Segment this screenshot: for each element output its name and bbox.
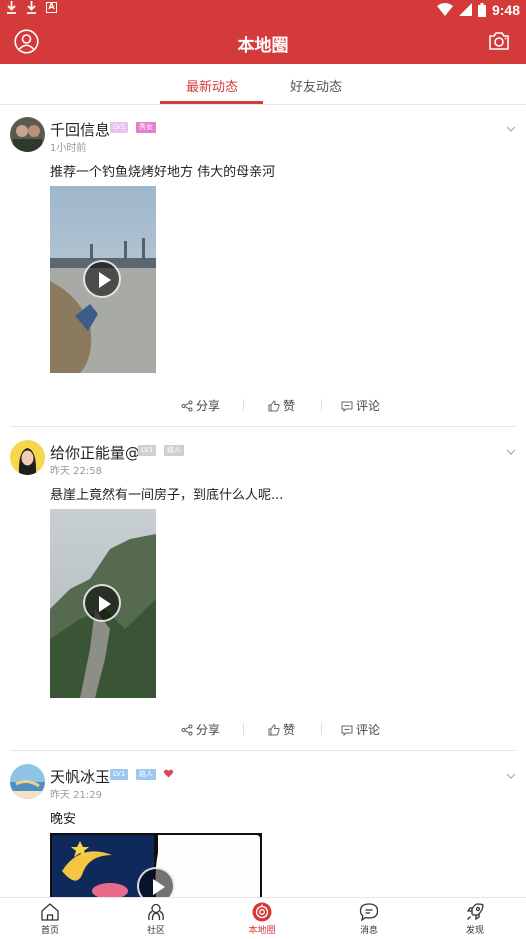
rocket-icon — [466, 903, 484, 921]
chevron-down-icon[interactable] — [506, 772, 516, 780]
action-divider — [321, 723, 322, 735]
post-text: 晚安 — [50, 812, 77, 827]
page-title: 本地圈 — [237, 36, 289, 56]
community-icon — [148, 903, 164, 921]
message-icon — [359, 903, 379, 922]
play-button-icon[interactable] — [137, 867, 175, 897]
avatar[interactable] — [10, 117, 45, 152]
bottom-navigation: 首页 社区 本地圈 消息 发现 — [0, 897, 526, 939]
level-badge: LV1 — [110, 122, 129, 133]
nav-messages[interactable]: 消息 — [339, 902, 399, 936]
comment-label: 评论 — [356, 723, 381, 737]
nav-home-label: 首页 — [40, 926, 59, 936]
nav-home[interactable]: 首页 — [20, 902, 80, 936]
avatar[interactable] — [10, 764, 45, 799]
user-tag-badge: 路人 — [136, 769, 156, 780]
post-text: 悬崖上竟然有一间房子，到底什么人呢... — [50, 488, 284, 503]
comment-label: 评论 — [356, 399, 381, 413]
home-icon — [41, 903, 59, 921]
share-button[interactable]: 分享 — [181, 721, 220, 738]
active-tab-indicator — [160, 101, 263, 104]
nav-local-circle[interactable]: 本地圈 — [232, 902, 292, 936]
level-badge: LV1 — [138, 445, 157, 456]
post-video[interactable] — [50, 186, 156, 373]
username[interactable]: 千回信息 — [50, 119, 110, 140]
post-actions: 分享 赞 评论 — [0, 719, 526, 739]
post-divider — [10, 750, 516, 751]
comment-button[interactable]: 评论 — [341, 397, 380, 414]
nav-messages-label: 消息 — [359, 926, 378, 936]
chevron-down-icon[interactable] — [506, 448, 516, 456]
signal-icon — [458, 3, 472, 16]
nav-community[interactable]: 社区 — [126, 902, 186, 936]
nav-discover[interactable]: 发现 — [445, 902, 505, 936]
nav-local-circle-label: 本地圈 — [248, 926, 276, 936]
share-button[interactable]: 分享 — [181, 397, 220, 414]
username[interactable]: 天帆冰玉 — [50, 766, 110, 787]
chevron-down-icon[interactable] — [506, 125, 516, 133]
feed-post: 给你正能量@ LV1 路人 昨天 22:58 悬崖上竟然有一间房子，到底什么人呢… — [0, 428, 526, 751]
app-header: 本地圈 — [0, 19, 526, 64]
like-label: 赞 — [283, 399, 296, 413]
nav-community-label: 社区 — [146, 926, 165, 936]
heart-icon — [163, 768, 174, 779]
action-divider — [243, 723, 244, 735]
comment-button[interactable]: 评论 — [341, 721, 380, 738]
post-text: 推荐一个钓鱼烧烤好地方 伟大的母亲河 — [50, 165, 276, 180]
local-circle-icon — [252, 902, 272, 922]
thumbs-up-icon — [268, 723, 280, 735]
like-label: 赞 — [283, 723, 296, 737]
play-button-icon[interactable] — [83, 584, 121, 622]
thumbs-up-icon — [268, 399, 280, 411]
action-divider — [243, 399, 244, 411]
like-button[interactable]: 赞 — [268, 721, 295, 738]
post-time: 昨天 21:29 — [50, 790, 102, 801]
camera-icon[interactable] — [488, 31, 510, 51]
post-video[interactable] — [50, 833, 262, 897]
tab-latest[interactable]: 最新动态 — [186, 76, 238, 95]
post-time: 1小时前 — [50, 143, 87, 154]
share-icon — [181, 400, 193, 411]
comment-icon — [341, 725, 353, 736]
comment-icon — [341, 401, 353, 412]
app-notification-icon: A — [46, 2, 57, 13]
post-video[interactable] — [50, 509, 156, 698]
feed-post: 千回信息 LV1 秀女 1小时前 推荐一个钓鱼烧烤好地方 伟大的母亲河 分享 赞 — [0, 105, 526, 427]
status-time: 9:48 — [491, 1, 520, 18]
avatar[interactable] — [10, 440, 45, 475]
nav-discover-label: 发现 — [465, 926, 484, 936]
feed-post: 天帆冰玉 LV1 路人 昨天 21:29 晚安 — [0, 752, 526, 897]
action-divider — [321, 399, 322, 411]
download-icon — [27, 1, 36, 14]
feed-tabs: 最新动态 好友动态 — [0, 64, 526, 105]
play-button-icon[interactable] — [83, 260, 121, 298]
user-tag-badge: 路人 — [164, 445, 184, 456]
download-icon — [7, 1, 16, 14]
post-actions: 分享 赞 评论 — [0, 395, 526, 415]
share-label: 分享 — [196, 399, 221, 413]
wifi-icon — [436, 3, 453, 16]
like-button[interactable]: 赞 — [268, 397, 295, 414]
status-bar: A 9:48 — [0, 0, 526, 19]
tab-friends[interactable]: 好友动态 — [290, 76, 342, 95]
username[interactable]: 给你正能量@ — [50, 442, 140, 463]
post-divider — [10, 426, 516, 427]
share-icon — [181, 724, 193, 735]
user-tag-badge: 秀女 — [136, 122, 156, 133]
battery-icon — [477, 2, 486, 17]
post-time: 昨天 22:58 — [50, 466, 102, 477]
share-label: 分享 — [196, 723, 221, 737]
level-badge: LV1 — [110, 769, 129, 780]
